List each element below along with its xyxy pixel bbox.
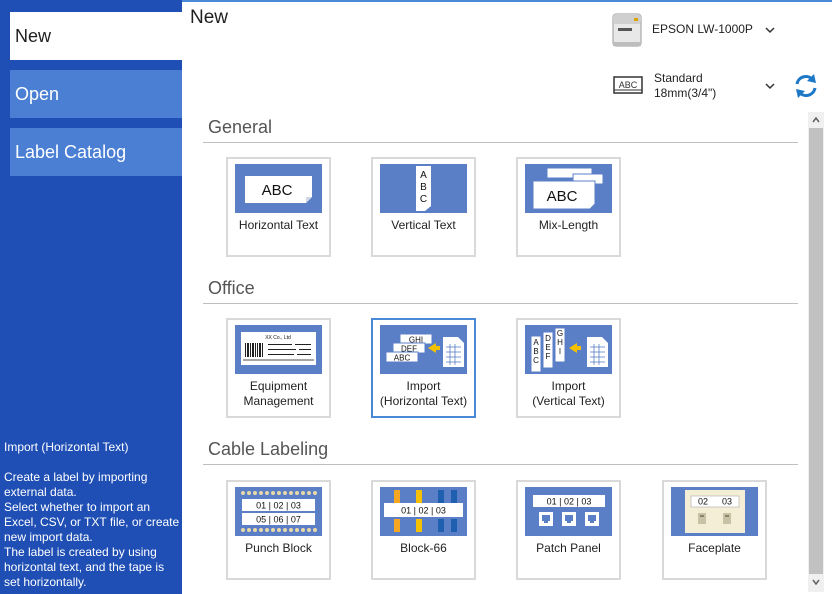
template-description: Import (Horizontal Text) Create a label … [4, 440, 180, 590]
horizontal-text-thumbnail: ABC [235, 164, 322, 213]
block-66-thumbnail: 01 | 02 | 03 [380, 487, 467, 536]
punch-block-thumbnail: 01 | 02 | 03 05 | 06 | 07 [235, 487, 322, 536]
import-vertical-thumbnail: G H I D E F A B C [525, 325, 612, 374]
section-divider [203, 142, 798, 143]
refresh-icon[interactable] [792, 72, 820, 100]
mix-length-thumbnail: ABC [525, 164, 612, 213]
template-block-66[interactable]: 01 | 02 | 03 Block-66 [371, 480, 476, 580]
thumb-text: I [559, 347, 561, 356]
tape-width[interactable]: 18mm(3/4") [654, 86, 716, 100]
tile-label: Faceplate [688, 541, 741, 555]
tile-label: Horizontal Text [238, 218, 319, 232]
sidebar: New Open Label Catalog Import (Horizonta… [0, 0, 182, 594]
section-title-office: Office [208, 278, 255, 298]
description-title: Import (Horizontal Text) [4, 440, 129, 454]
tile-label-line1: Equipment [249, 379, 308, 393]
sidebar-item-open[interactable]: Open [10, 70, 182, 118]
section-divider [203, 464, 798, 465]
tape-icon: ABC [613, 76, 643, 94]
thumb-text: D [545, 334, 551, 343]
thumb-text: B [420, 182, 427, 193]
thumb-text: B [533, 347, 538, 356]
chevron-down-icon[interactable] [764, 25, 776, 35]
tile-label: Import (Vertical Text) [518, 379, 619, 409]
thumb-text: H [557, 338, 563, 347]
thumb-text: 05 | 06 | 07 [256, 515, 301, 525]
template-equipment-management[interactable]: XX Co., Ltd Equipment Management [226, 318, 331, 418]
template-mix-length[interactable]: ABC Mix-Length [516, 157, 621, 257]
thumb-text: A [533, 338, 539, 347]
template-faceplate[interactable]: 02 03 Faceplate [662, 480, 767, 580]
thumb-text: ABC [394, 354, 411, 363]
template-horizontal-text[interactable]: ABC Horizontal Text [226, 157, 331, 257]
scroll-up-icon[interactable] [810, 114, 822, 126]
scrollbar-thumb[interactable] [809, 128, 823, 574]
thumb-text: 01 | 02 | 03 [401, 506, 446, 516]
tile-label: Vertical Text [391, 218, 456, 232]
tile-label: Import (Horizontal Text) [373, 379, 474, 409]
thumb-text: 01 | 02 | 03 [547, 497, 592, 507]
vertical-text-thumbnail: A B C [380, 164, 467, 213]
template-vertical-text[interactable]: A B C Vertical Text [371, 157, 476, 257]
chevron-down-icon[interactable] [764, 81, 776, 91]
import-horizontal-thumbnail: GHI DEF ABC [380, 325, 467, 374]
page-title: New [190, 7, 229, 28]
template-punch-block[interactable]: 01 | 02 | 03 05 | 06 | 07 Punch Block [226, 480, 331, 580]
faceplate-thumbnail: 02 03 [671, 487, 758, 536]
tile-label-line2: Management [243, 394, 314, 408]
tape-icon-text: ABC [619, 80, 638, 90]
scroll-down-icon[interactable] [810, 576, 822, 588]
sidebar-item-label-catalog[interactable]: Label Catalog [10, 128, 182, 176]
tape-type[interactable]: Standard [654, 71, 703, 85]
thumb-text: G [557, 329, 563, 338]
thumb-text: A [420, 170, 427, 181]
tile-label: Punch Block [245, 541, 312, 555]
thumb-text: 01 | 02 | 03 [256, 501, 301, 511]
tile-label: Equipment Management [228, 379, 329, 409]
printer-name[interactable]: EPSON LW-1000P [652, 22, 753, 36]
tile-label-line2: (Vertical Text) [532, 394, 605, 408]
thumb-text: XX Co., Ltd [265, 335, 291, 341]
patch-panel-thumbnail: 01 | 02 | 03 [525, 487, 612, 536]
template-import-vertical-text[interactable]: G H I D E F A B C Import (Vertical Text) [516, 318, 621, 418]
top-accent-line [182, 0, 832, 2]
thumb-text: 02 [698, 497, 708, 507]
tile-label-line1: Import [551, 379, 586, 393]
equipment-management-thumbnail: XX Co., Ltd [235, 325, 322, 374]
tile-label-line2: (Horizontal Text) [379, 394, 468, 408]
template-import-horizontal-text[interactable]: GHI DEF ABC Import (Horizontal Text) [371, 318, 476, 418]
thumb-text: ABC [547, 188, 578, 205]
printer-icon [612, 13, 642, 47]
thumb-text: 03 [722, 497, 732, 507]
section-divider [203, 303, 798, 304]
tile-label: Block-66 [400, 541, 447, 555]
tile-label: Mix-Length [538, 218, 599, 232]
section-title-cable-labeling: Cable Labeling [208, 439, 329, 459]
thumb-text: E [545, 343, 550, 352]
thumb-text: ABC [262, 182, 293, 199]
tile-label-line1: Import [406, 379, 441, 393]
sidebar-item-new[interactable]: New [10, 12, 182, 60]
description-body: Create a label by importing external dat… [4, 470, 180, 589]
thumb-text: C [533, 356, 539, 365]
thumb-text: F [546, 352, 551, 361]
section-title-general: General [208, 117, 273, 137]
thumb-text: C [420, 194, 427, 205]
tile-label: Patch Panel [536, 541, 601, 555]
template-patch-panel[interactable]: 01 | 02 | 03 Patch Panel [516, 480, 621, 580]
